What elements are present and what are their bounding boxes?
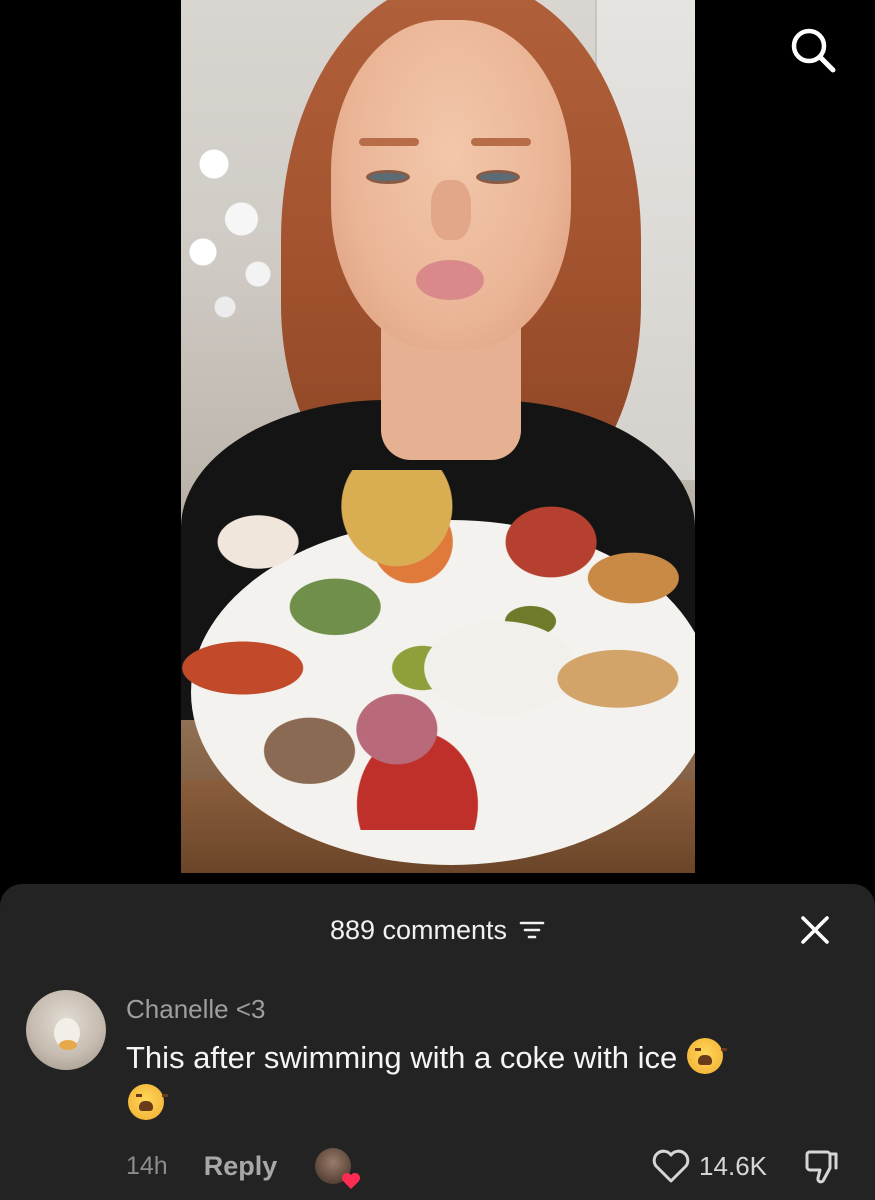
filter-icon[interactable] [519, 919, 545, 941]
video-background-flowers [181, 120, 291, 340]
weary-face-emoji [128, 1084, 168, 1120]
comment-body: This after swimming with a coke with ice [126, 1036, 826, 1120]
comment-time: 14h [126, 1151, 168, 1180]
avatar-figure-detail [59, 1040, 77, 1050]
video-player[interactable] [181, 0, 695, 873]
avatar[interactable] [26, 990, 106, 1070]
dislike-icon[interactable] [801, 1146, 841, 1186]
search-icon[interactable] [787, 24, 839, 76]
reply-button[interactable]: Reply [204, 1151, 278, 1182]
comments-panel: 889 comments Chanelle <3 This after swim… [0, 884, 875, 1200]
right-brow [471, 138, 531, 146]
app-screen: 889 comments Chanelle <3 This after swim… [0, 0, 875, 1200]
close-icon[interactable] [795, 910, 835, 950]
heart-icon[interactable] [651, 1148, 691, 1184]
like-control[interactable]: 14.6K [651, 1148, 767, 1184]
comments-header: 889 comments [0, 912, 875, 948]
lips [416, 260, 484, 300]
creator-liked-heart-icon [342, 1173, 361, 1189]
creator-liked-avatar [315, 1148, 361, 1189]
video-subject-face [331, 20, 571, 350]
like-count: 14.6K [699, 1150, 767, 1181]
comment-username[interactable]: Chanelle <3 [126, 994, 266, 1025]
weary-face-emoji [687, 1038, 728, 1074]
left-eye [366, 170, 410, 184]
comment-meta: 14h Reply [126, 1148, 361, 1189]
nose [431, 180, 471, 240]
comment-count: 889 comments [329, 914, 508, 945]
right-eye [476, 170, 520, 184]
left-brow [359, 138, 419, 146]
comment-text: This after swimming with a coke with ice [126, 1040, 678, 1075]
video-food-platter [181, 470, 695, 830]
